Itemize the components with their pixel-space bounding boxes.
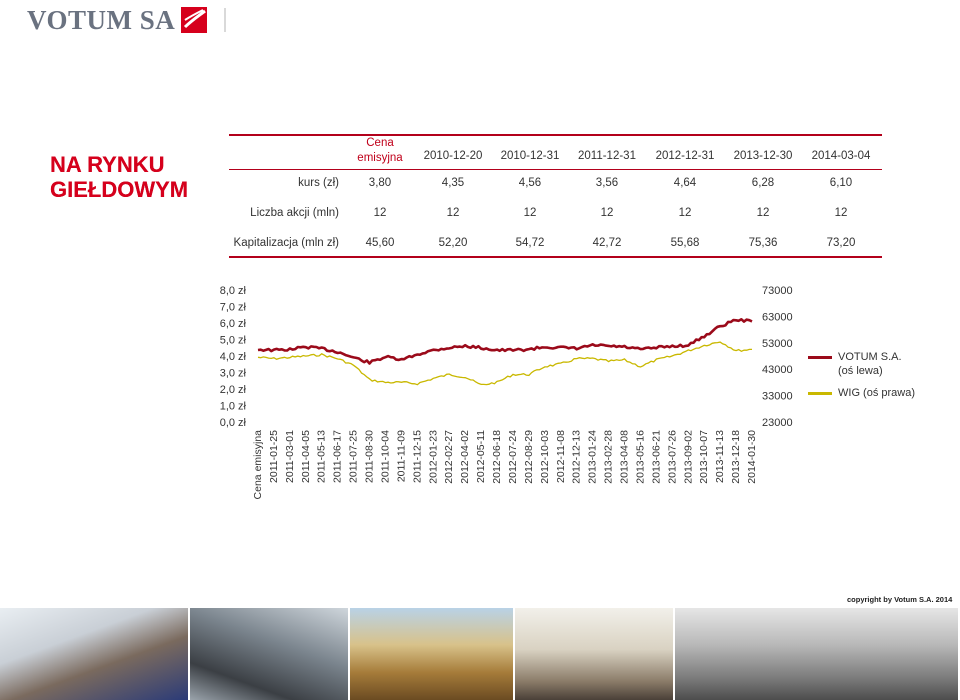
x-tick-label: 2013-06-21 — [650, 430, 662, 484]
x-tick-label: 2011-01-25 — [268, 430, 280, 483]
x-tick-label: 2013-10-07 — [698, 430, 710, 484]
x-tick-label: 2013-05-16 — [634, 430, 646, 484]
x-tick-label: 2012-12-13 — [571, 430, 583, 484]
x-tick-label: 2013-07-26 — [666, 430, 678, 484]
legend-item-wig: WIG (oś prawa) — [808, 386, 918, 400]
x-tick-label: 2012-01-23 — [427, 430, 439, 484]
x-tick-label: 2011-03-01 — [284, 430, 296, 483]
x-tick-label: 2012-08-29 — [523, 430, 535, 484]
y-right-tick-label: 43000 — [762, 364, 793, 376]
y-left-tick-label: 6,0 zł — [220, 318, 247, 330]
y-left-tick-label: 2,0 zł — [220, 384, 247, 396]
x-tick-label: 2011-10-04 — [379, 430, 391, 483]
y-right-tick-label: 63000 — [762, 311, 793, 323]
children-photo — [0, 608, 190, 700]
y-left-tick-label: 4,0 zł — [220, 351, 247, 363]
x-tick-label: 2012-10-03 — [539, 430, 551, 484]
x-tick-label: 2012-02-27 — [443, 430, 455, 484]
x-tick-label: 2014-01-30 — [746, 430, 758, 484]
x-tick-label: 2012-05-11 — [475, 430, 487, 483]
x-tick-label: 2013-01-24 — [587, 430, 599, 484]
x-tick-label: 2012-11-08 — [555, 430, 567, 483]
y-right-tick-label: 23000 — [762, 417, 793, 429]
y-left-tick-label: 5,0 zł — [220, 335, 247, 347]
construction-worker-photo — [515, 608, 675, 700]
x-tick-label: 2012-04-02 — [459, 430, 471, 484]
x-tick-label: 2011-04-05 — [300, 430, 312, 483]
legend-swatch-wig — [808, 392, 832, 395]
copyright-text: copyright by Votum S.A. 2014 — [847, 595, 953, 604]
y-left-tick-label: 8,0 zł — [220, 285, 247, 297]
x-tick-label: 2013-11-13 — [714, 430, 726, 483]
x-tick-label: Cena emisyjna — [252, 430, 264, 500]
x-tick-label: 2011-12-15 — [411, 430, 423, 483]
price-chart: 8,0 zł 7,0 zł 6,0 zł 5,0 zł 4,0 zł 3,0 zł 2,0 … — [220, 285, 793, 500]
x-tick-label: 2011-05-13 — [316, 430, 328, 483]
damaged-building-photo — [675, 608, 960, 700]
harvest-photo — [350, 608, 515, 700]
y-left-tick-label: 7,0 zł — [220, 302, 247, 314]
legend-label-wig: WIG (oś prawa) — [838, 387, 916, 399]
x-tick-label: 2011-07-25 — [348, 430, 360, 483]
car-accident-photo — [190, 608, 350, 700]
x-tick-label: 2012-07-24 — [507, 430, 519, 484]
y-left-tick-label: 3,0 zł — [220, 368, 247, 380]
y-right-tick-label: 73000 — [762, 285, 793, 297]
legend-swatch-votum — [808, 356, 832, 359]
legend-label-votum: VOTUM S.A. (oś lewa) — [838, 351, 902, 377]
x-tick-label: 2013-12-18 — [730, 430, 742, 484]
x-tick-label: 2013-09-02 — [682, 430, 694, 484]
photo-strip — [0, 608, 960, 700]
y-left-tick-label: 1,0 zł — [220, 401, 247, 413]
y-left-tick-label: 0,0 zł — [220, 417, 247, 429]
y-right-tick-label: 33000 — [762, 391, 793, 403]
x-tick-label: 2013-02-28 — [603, 430, 615, 484]
x-tick-label: 2013-04-08 — [619, 430, 631, 484]
y-right-tick-label: 53000 — [762, 338, 793, 350]
x-tick-label: 2011-11-09 — [395, 430, 407, 482]
x-tick-label: 2011-06-17 — [332, 430, 344, 483]
series-line-wig — [257, 341, 752, 386]
x-tick-label: 2011-08-30 — [364, 430, 376, 483]
x-tick-label: 2012-06-18 — [491, 430, 503, 484]
legend-item-votum: VOTUM S.A. (oś lewa) — [808, 350, 918, 378]
chart-legend: VOTUM S.A. (oś lewa) WIG (oś prawa) — [808, 350, 918, 408]
